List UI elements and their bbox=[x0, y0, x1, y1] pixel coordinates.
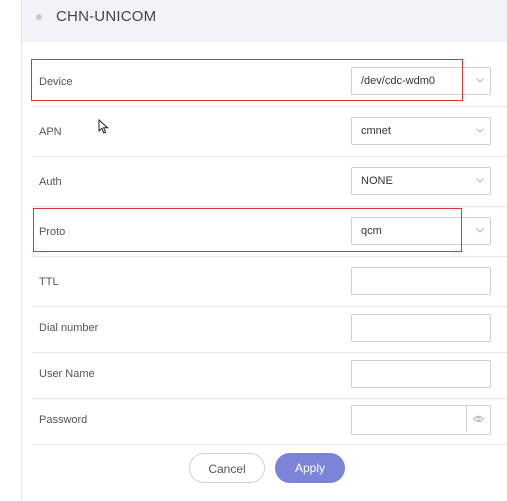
password-input[interactable] bbox=[351, 405, 491, 435]
device-highlight-box bbox=[31, 59, 463, 101]
proto-highlight-box bbox=[33, 208, 462, 252]
apn-select[interactable]: cmnet bbox=[351, 117, 491, 145]
ttl-label: TTL bbox=[39, 276, 59, 288]
mouse-cursor-icon bbox=[98, 119, 109, 134]
password-label: Password bbox=[39, 414, 88, 426]
auth-label: Auth bbox=[39, 176, 62, 188]
apply-button[interactable]: Apply bbox=[275, 453, 345, 483]
form-row-ttl: TTL bbox=[32, 256, 507, 307]
form-row-dial-number: Dial number bbox=[32, 306, 507, 353]
user-name-label: User Name bbox=[39, 368, 95, 380]
form-row-password: Password bbox=[32, 398, 507, 445]
auth-select-value: NONE bbox=[361, 175, 393, 187]
apn-select-value: cmnet bbox=[361, 125, 391, 137]
chevron-down-icon bbox=[470, 118, 490, 144]
panel-header: CHN-UNICOM bbox=[22, 0, 507, 42]
chevron-down-icon bbox=[470, 68, 490, 94]
ttl-input[interactable] bbox=[351, 267, 491, 295]
cancel-button[interactable]: Cancel bbox=[189, 453, 265, 483]
apn-label: APN bbox=[39, 126, 62, 138]
auth-select[interactable]: NONE bbox=[351, 167, 491, 195]
panel-title: CHN-UNICOM bbox=[56, 8, 157, 25]
chevron-down-icon bbox=[470, 218, 490, 244]
user-name-input[interactable] bbox=[351, 360, 491, 388]
dial-number-label: Dial number bbox=[39, 322, 99, 334]
form-row-user-name: User Name bbox=[32, 352, 507, 399]
dial-number-input[interactable] bbox=[351, 314, 491, 342]
show-password-toggle[interactable] bbox=[466, 406, 490, 432]
status-dot-icon bbox=[36, 14, 42, 20]
form-row-auth: Auth NONE bbox=[32, 156, 507, 207]
eye-icon bbox=[473, 415, 484, 423]
chevron-down-icon bbox=[470, 168, 490, 194]
